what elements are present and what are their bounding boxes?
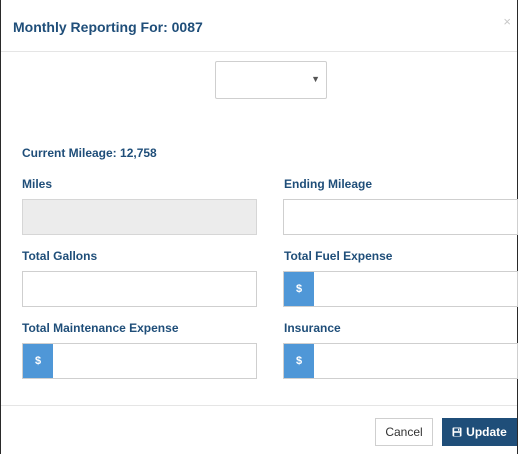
total-gallons-label: Total Gallons (22, 249, 98, 263)
chevron-down-icon: ▼ (311, 74, 320, 84)
total-maintenance-expense-label: Total Maintenance Expense (22, 321, 179, 335)
total-fuel-expense-label: Total Fuel Expense (284, 249, 393, 263)
monthly-reporting-modal: Monthly Reporting For: 0087 × ▼ Current … (0, 0, 518, 454)
cancel-button[interactable]: Cancel (375, 418, 433, 446)
dollar-addon: $ (284, 344, 314, 378)
total-gallons-field[interactable] (22, 271, 257, 307)
miles-label: Miles (22, 177, 53, 191)
update-button[interactable]: Update (442, 418, 517, 446)
dollar-addon: $ (23, 344, 53, 378)
insurance-field[interactable]: $ (283, 343, 518, 379)
insurance-label: Insurance (284, 321, 341, 335)
ending-mileage-field[interactable] (283, 199, 518, 235)
total-fuel-expense-field[interactable]: $ (283, 271, 518, 307)
update-button-label: Update (466, 425, 507, 439)
period-select[interactable]: ▼ (215, 61, 327, 99)
modal-footer: Cancel Update (1, 405, 517, 454)
current-mileage: Current Mileage: 12,758 (22, 146, 157, 160)
save-icon (452, 427, 462, 437)
ending-mileage-label: Ending Mileage (284, 177, 373, 191)
dollar-addon: $ (284, 272, 314, 306)
modal-title: Monthly Reporting For: 0087 (13, 19, 203, 35)
miles-field (22, 199, 257, 235)
close-icon[interactable]: × (503, 15, 511, 28)
total-maintenance-expense-field[interactable]: $ (22, 343, 257, 379)
modal-header: Monthly Reporting For: 0087 × (1, 0, 517, 52)
